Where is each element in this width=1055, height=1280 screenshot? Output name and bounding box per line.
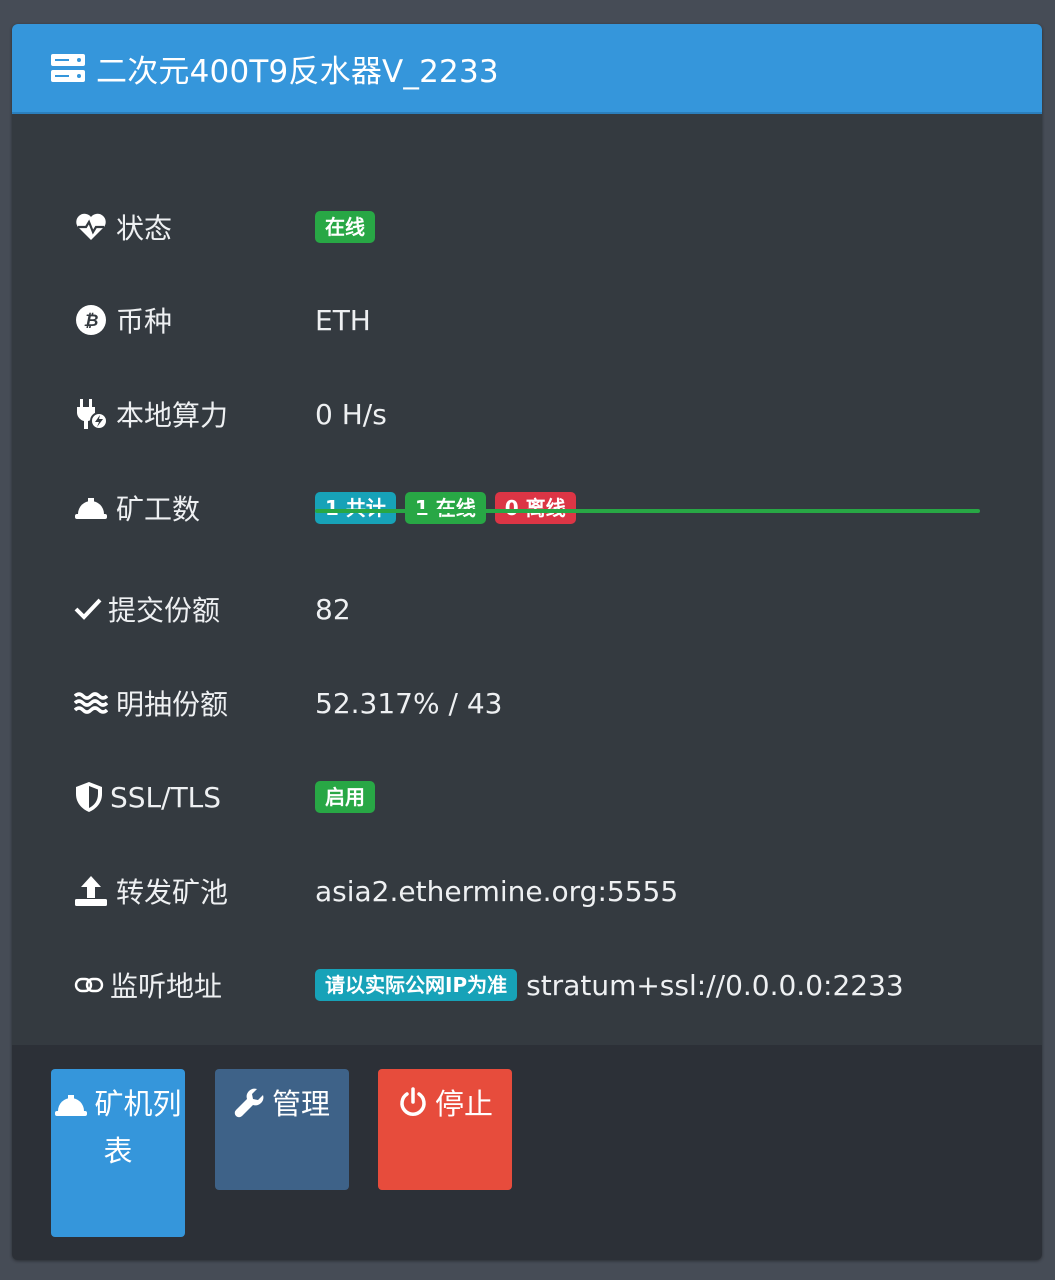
- row-pool: 转发矿池 asia2.ethermine.org:5555: [12, 861, 1042, 921]
- status-label: 状态: [116, 212, 173, 245]
- hard-hat-icon: [74, 491, 108, 525]
- stop-button[interactable]: 停止: [378, 1069, 512, 1190]
- row-miners: 矿工数 1 共计 1 在线 0 离线: [12, 478, 1042, 538]
- check-icon: [74, 592, 102, 626]
- power-icon: [400, 1087, 426, 1116]
- shield-icon: [74, 780, 104, 814]
- svg-text:₿: ₿: [84, 311, 99, 331]
- ssl-badge: 启用: [315, 781, 375, 813]
- miner-list-label: 矿机列表: [94, 1087, 182, 1168]
- fee-value: 52.317% / 43: [315, 686, 503, 720]
- miners-online-progress-bar: [315, 509, 980, 513]
- coin-label: 币种: [116, 305, 173, 338]
- hashrate-value: 0 H/s: [315, 397, 387, 431]
- miners-offline-badge: 0 离线: [494, 492, 576, 524]
- hard-hat-icon: [55, 1095, 88, 1116]
- row-coin: ₿ 币种 ETH: [12, 290, 1042, 350]
- row-hashrate: 本地算力 0 H/s: [12, 384, 1042, 444]
- fee-label: 明抽份额: [116, 688, 229, 721]
- row-shares: 提交份额 82: [12, 579, 1042, 639]
- bitcoin-icon: ₿: [74, 303, 108, 337]
- pool-label: 转发矿池: [116, 876, 229, 909]
- wrench-icon: [234, 1088, 264, 1118]
- miners-online-badge: 1 在线: [404, 492, 486, 524]
- listen-hint-badge: 请以实际公网IP为准: [315, 969, 518, 1001]
- manage-button[interactable]: 管理: [215, 1069, 349, 1190]
- row-fee: 明抽份额 52.317% / 43: [12, 673, 1042, 733]
- ssl-label: SSL/TLS: [110, 780, 222, 814]
- shares-label: 提交份额: [108, 594, 221, 627]
- pool-value: asia2.ethermine.org:5555: [315, 874, 679, 908]
- water-icon: [74, 686, 108, 720]
- card-footer: 矿机列表 管理 停止: [12, 1045, 1042, 1260]
- stop-label: 停止: [434, 1087, 493, 1121]
- row-ssl: SSL/TLS 启用: [12, 767, 1042, 827]
- shares-value: 82: [315, 592, 351, 626]
- listen-label: 监听地址: [110, 970, 223, 1003]
- coin-value: ETH: [315, 303, 371, 337]
- server-icon: [51, 54, 85, 82]
- card-title: 二次元400T9反水器V_2233: [96, 53, 499, 90]
- listen-value: stratum+ssl://0.0.0.0:2233: [526, 968, 904, 1002]
- upload-icon: [74, 874, 108, 908]
- miner-list-button[interactable]: 矿机列表: [51, 1069, 185, 1237]
- row-status: 状态 在线: [12, 197, 1042, 257]
- row-listen: 监听地址 请以实际公网IP为准 stratum+ssl://0.0.0.0:22…: [12, 955, 1042, 1015]
- miners-total-badge: 1 共计: [315, 492, 396, 524]
- link-icon: [74, 968, 104, 1002]
- proxy-card: 二次元400T9反水器V_2233 状态 在线 ₿ 币种 ETH 本地算力 0 …: [12, 24, 1042, 1260]
- card-header: 二次元400T9反水器V_2233: [12, 24, 1042, 114]
- manage-label: 管理: [271, 1087, 330, 1121]
- miners-label: 矿工数: [116, 493, 201, 526]
- hashrate-label: 本地算力: [116, 399, 229, 432]
- plug-icon: [74, 397, 108, 431]
- heartbeat-icon: [74, 210, 108, 244]
- status-badge: 在线: [315, 211, 375, 243]
